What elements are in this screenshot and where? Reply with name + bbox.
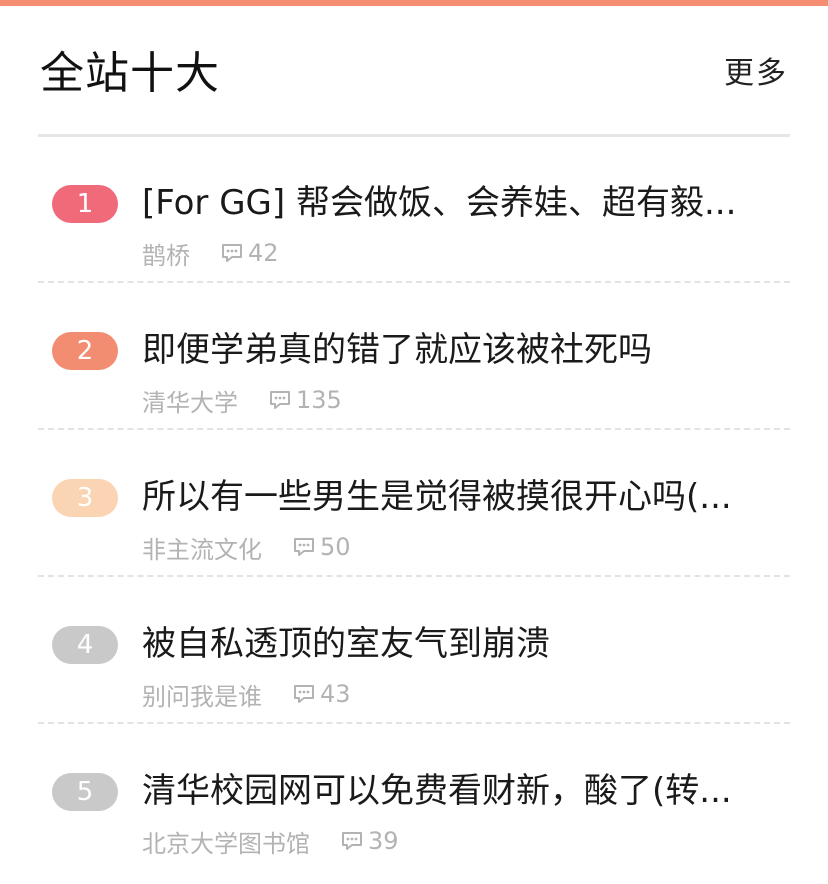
section-title: 全站十大 [40, 48, 220, 99]
reply-count: 135 [296, 386, 342, 414]
topic-meta: 别问我是谁 43 [142, 677, 351, 711]
list-item[interactable]: 1 [For GG] 帮会做饭、会养娃、超有毅... 鹊桥 42 [38, 136, 790, 283]
comment-icon [340, 829, 364, 853]
reply-count: 50 [320, 533, 351, 561]
rank-badge: 3 [52, 479, 118, 517]
topic-title[interactable]: 即便学弟真的错了就应该被社死吗 [142, 327, 784, 373]
topic-title[interactable]: 被自私透顶的室友气到崩溃 [142, 621, 784, 667]
topic-meta: 清华大学 135 [142, 383, 342, 417]
rank-badge: 2 [52, 332, 118, 370]
list-item[interactable]: 4 被自私透顶的室友气到崩溃 别问我是谁 43 [38, 577, 790, 724]
rank-badge: 5 [52, 773, 118, 811]
more-link[interactable]: 更多 [724, 52, 788, 96]
comment-icon [292, 535, 316, 559]
reply-count: 43 [320, 680, 351, 708]
rank-badge: 4 [52, 626, 118, 664]
topic-meta: 非主流文化 50 [142, 530, 351, 564]
board-name[interactable]: 非主流文化 [142, 530, 262, 565]
comment-icon [292, 682, 316, 706]
section-header: 全站十大 更多 [40, 44, 790, 104]
top-ten-list: 1 [For GG] 帮会做饭、会养娃、超有毅... 鹊桥 42 2 即便学弟真… [38, 136, 790, 869]
top-accent-bar [0, 0, 828, 6]
list-item[interactable]: 3 所以有一些男生是觉得被摸很开心吗(... 非主流文化 50 [38, 430, 790, 577]
list-item[interactable]: 2 即便学弟真的错了就应该被社死吗 清华大学 135 [38, 283, 790, 430]
rank-badge: 1 [52, 185, 118, 223]
topic-meta: 鹊桥 42 [142, 236, 279, 270]
topic-title[interactable]: 清华校园网可以免费看财新，酸了(转... [142, 768, 784, 814]
board-name[interactable]: 鹊桥 [142, 236, 190, 271]
reply-count: 42 [248, 239, 279, 267]
topic-title[interactable]: 所以有一些男生是觉得被摸很开心吗(... [142, 474, 784, 520]
board-name[interactable]: 清华大学 [142, 383, 238, 418]
list-item[interactable]: 5 清华校园网可以免费看财新，酸了(转... 北京大学图书馆 39 [38, 724, 790, 869]
topic-title[interactable]: [For GG] 帮会做饭、会养娃、超有毅... [142, 180, 784, 226]
board-name[interactable]: 别问我是谁 [142, 677, 262, 712]
comment-icon [268, 388, 292, 412]
topic-meta: 北京大学图书馆 39 [142, 824, 399, 858]
board-name[interactable]: 北京大学图书馆 [142, 824, 310, 859]
comment-icon [220, 241, 244, 265]
reply-count: 39 [368, 827, 399, 855]
